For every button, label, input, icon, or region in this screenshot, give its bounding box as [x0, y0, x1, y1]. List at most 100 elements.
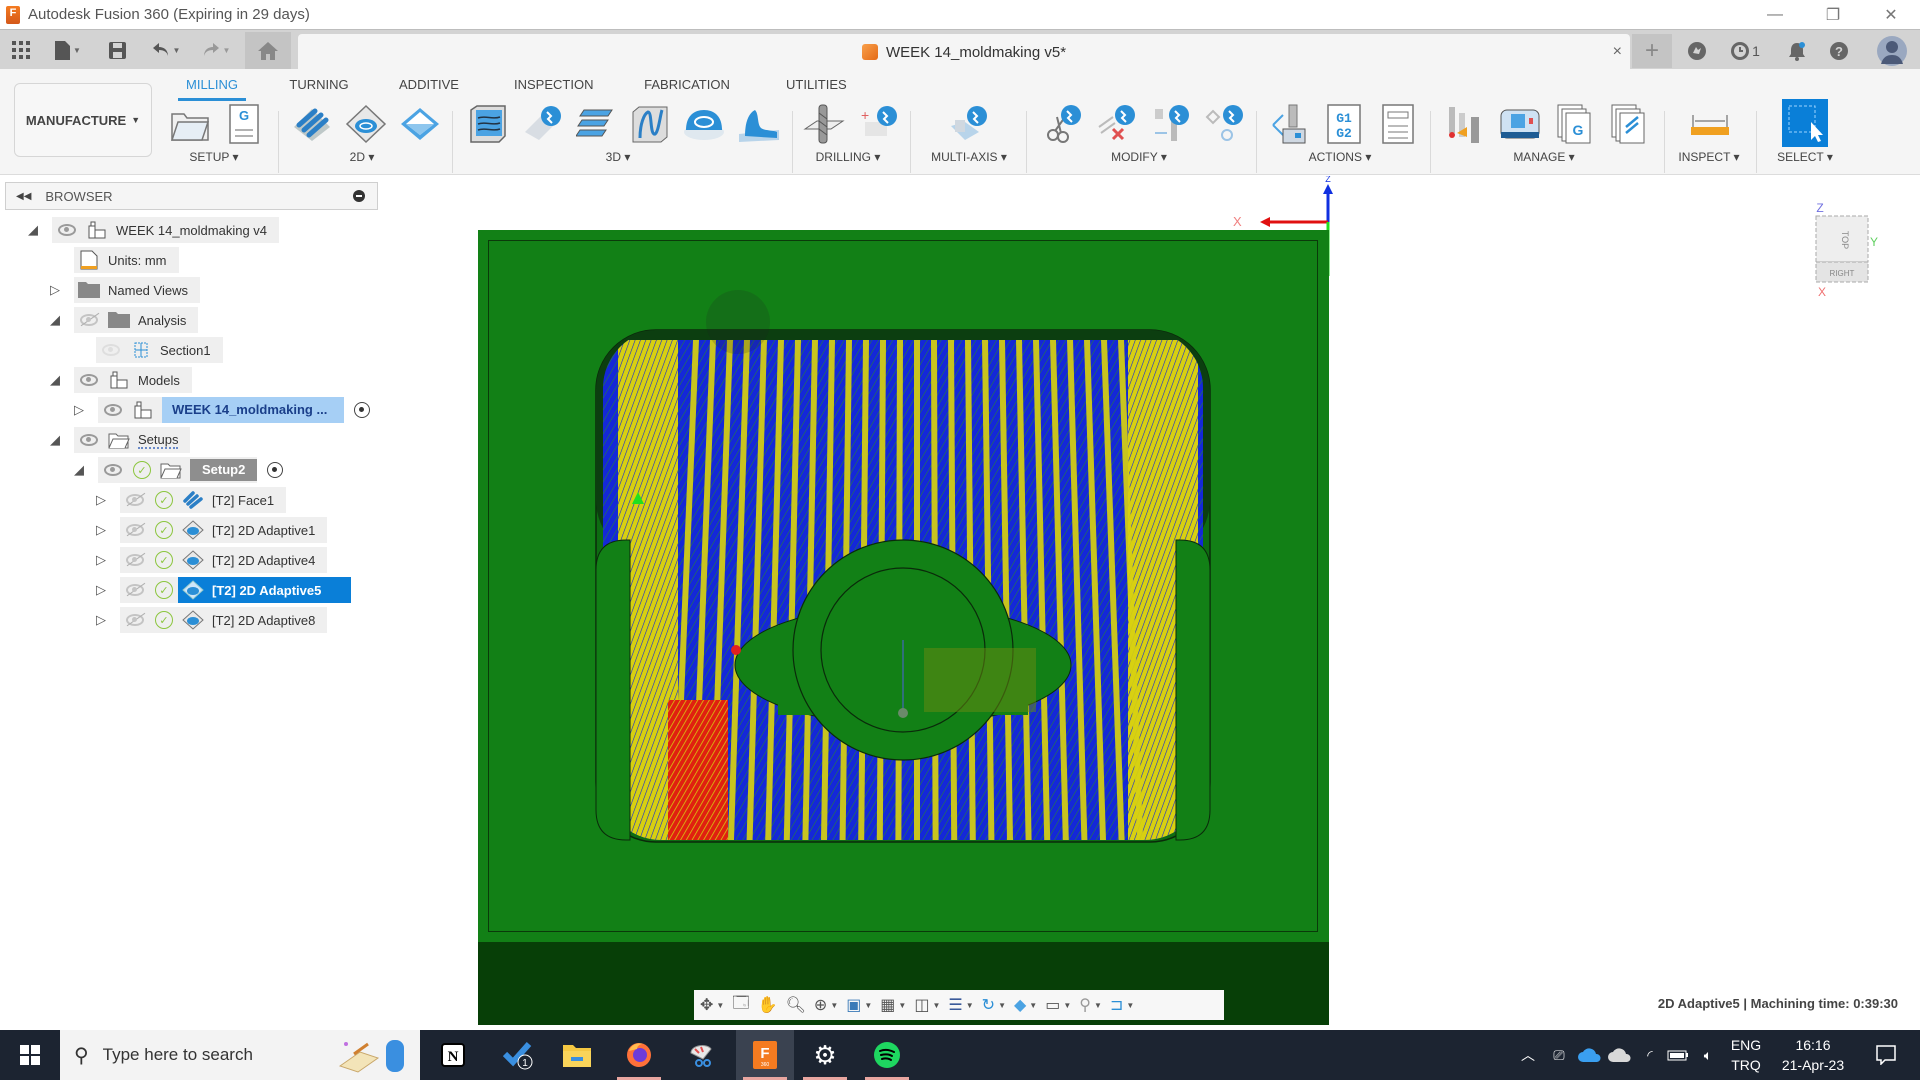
tray-volume[interactable]: 🔈︎: [1694, 1030, 1722, 1080]
workspace-switcher[interactable]: MANUFACTURE ▼: [14, 83, 152, 157]
look-at-button[interactable]: 🗔: [732, 992, 749, 1019]
orbit-button[interactable]: ✥ ▼: [700, 995, 724, 1015]
expand-triangle-icon[interactable]: ▷: [94, 552, 108, 568]
help-button[interactable]: ?: [1824, 34, 1854, 68]
taskbar-spotify[interactable]: [858, 1030, 916, 1080]
tree-item-setup2[interactable]: ◢ ✓ Setup2: [72, 457, 284, 483]
restore-button[interactable]: ❐: [1804, 0, 1862, 29]
tree-item-2d-adaptive4[interactable]: ▷ ✓ [T2] 2D Adaptive4: [94, 547, 328, 573]
job-status-button[interactable]: 1: [1724, 34, 1766, 68]
new-tab-button[interactable]: +: [1632, 34, 1672, 68]
taskbar-firefox[interactable]: [610, 1030, 668, 1080]
tab-utilities[interactable]: UTILITIES: [786, 73, 847, 97]
tree-item-2d-adaptive8[interactable]: ▷ ✓ [T2] 2D Adaptive8: [94, 607, 328, 633]
post-library-button[interactable]: G: [1552, 102, 1596, 146]
visibility-eye-icon[interactable]: [58, 224, 76, 236]
collapse-triangle-icon[interactable]: ◢: [72, 462, 86, 478]
visibility-hidden-icon[interactable]: [126, 614, 144, 626]
visibility-eye-icon[interactable]: [104, 404, 122, 416]
tree-item-face1[interactable]: ▷ ✓ [T2] Face1: [94, 487, 287, 513]
tray-meet[interactable]: ⎚: [1548, 1030, 1570, 1080]
undo-button[interactable]: ▼: [146, 38, 186, 62]
tree-item-section1[interactable]: Section1: [96, 337, 223, 363]
tool-display-button[interactable]: ⚲ ▼: [1079, 995, 1102, 1015]
pan-button[interactable]: ✋: [758, 995, 778, 1015]
3d-steep-shallow-button[interactable]: [736, 102, 780, 146]
expand-triangle-icon[interactable]: ▷: [94, 492, 108, 508]
tab-fabrication[interactable]: FABRICATION: [644, 73, 730, 97]
model-display-button[interactable]: ▭ ▼: [1045, 995, 1071, 1015]
action-center-button[interactable]: [1864, 1030, 1908, 1080]
redo-button[interactable]: ▼: [196, 38, 236, 62]
template-library-button[interactable]: [1606, 102, 1650, 146]
group-multi-axis[interactable]: MULTI-AXIS ▾: [926, 150, 1012, 164]
viewcube[interactable]: TOP RIGHT Z Y X: [1810, 201, 1878, 299]
data-panel-button[interactable]: [10, 38, 32, 62]
collapse-triangle-icon[interactable]: ◢: [48, 432, 62, 448]
multi-axis-button[interactable]: [946, 102, 990, 146]
display-settings-button[interactable]: ▣ ▼: [846, 995, 872, 1015]
fit-button[interactable]: ⊕ ▼: [814, 995, 838, 1015]
tab-inspection[interactable]: INSPECTION: [514, 73, 593, 97]
nc-program-button[interactable]: G: [222, 102, 266, 146]
stock-display-button[interactable]: ☰ ▼: [948, 995, 973, 1015]
point-modify-button[interactable]: [1202, 102, 1246, 146]
3d-adaptive-button[interactable]: [466, 102, 510, 146]
tray-language[interactable]: ENG TRQ: [1728, 1030, 1764, 1080]
tray-wifi[interactable]: ◜: [1638, 1030, 1662, 1080]
delete-toolpath-button[interactable]: [1094, 102, 1138, 146]
group-setup[interactable]: SETUP ▾: [188, 150, 240, 164]
group-manage[interactable]: MANAGE ▾: [1508, 150, 1580, 164]
tree-item-setups[interactable]: ◢ Setups: [48, 427, 191, 453]
expand-triangle-icon[interactable]: ▷: [94, 582, 108, 598]
taskbar-notion[interactable]: N: [424, 1030, 482, 1080]
close-window-button[interactable]: ✕: [1862, 0, 1920, 29]
user-profile-button[interactable]: [1874, 34, 1910, 68]
tree-item-units[interactable]: Units: mm: [74, 247, 179, 273]
group-3d[interactable]: 3D ▾: [596, 150, 640, 164]
tray-onedrive-personal[interactable]: [1576, 1030, 1604, 1080]
tab-turning[interactable]: TURNING: [288, 73, 350, 97]
taskbar-settings[interactable]: ⚙: [796, 1030, 854, 1080]
tree-item-2d-adaptive1[interactable]: ▷ ✓ [T2] 2D Adaptive1: [94, 517, 328, 543]
taskbar-snip-sketch[interactable]: [672, 1030, 730, 1080]
machine-library-button[interactable]: [1498, 102, 1542, 146]
visibility-hidden-icon[interactable]: [126, 494, 144, 506]
minimize-panel-button[interactable]: [353, 190, 365, 202]
tool-orientation-button[interactable]: [1148, 102, 1192, 146]
activate-radio[interactable]: [354, 402, 370, 418]
activate-radio[interactable]: [267, 462, 284, 478]
3d-contour-button[interactable]: [574, 102, 618, 146]
taskbar-fusion-360[interactable]: F 360: [736, 1030, 794, 1080]
visibility-hidden-icon[interactable]: [126, 524, 144, 536]
home-button[interactable]: [245, 32, 291, 70]
toolpath-display-button[interactable]: ◆ ▼: [1014, 995, 1037, 1015]
refresh-button[interactable]: ↻ ▼: [982, 995, 1006, 1015]
visibility-eye-icon[interactable]: [104, 464, 122, 476]
tree-item-analysis[interactable]: ◢ Analysis: [48, 307, 199, 333]
taskbar-search-box[interactable]: ⚲ Type here to search: [60, 1030, 420, 1080]
taskbar-file-explorer[interactable]: [548, 1030, 606, 1080]
tree-item-models[interactable]: ◢ Models: [48, 367, 192, 393]
group-modify[interactable]: MODIFY ▾: [1106, 150, 1172, 164]
tray-onedrive-business[interactable]: [1606, 1030, 1634, 1080]
simulate-button[interactable]: [1270, 102, 1314, 146]
save-button[interactable]: [106, 38, 128, 62]
new-setup-button[interactable]: [168, 102, 212, 146]
visibility-eye-icon[interactable]: [102, 344, 120, 356]
simulation-display-button[interactable]: ⊐ ▼: [1110, 995, 1134, 1015]
face-button[interactable]: [290, 102, 334, 146]
visibility-hidden-icon[interactable]: [80, 314, 98, 326]
file-menu-button[interactable]: ▼: [50, 38, 86, 62]
3d-scallop-button[interactable]: [682, 102, 726, 146]
3d-viewport[interactable]: [478, 230, 1329, 1025]
visibility-eye-icon[interactable]: [80, 374, 98, 386]
tray-battery[interactable]: [1664, 1030, 1692, 1080]
expand-triangle-icon[interactable]: ▷: [48, 282, 62, 298]
tab-milling[interactable]: MILLING: [178, 73, 246, 101]
collapse-panel-button[interactable]: ◀◀: [16, 191, 31, 202]
zoom-button[interactable]: 🔍︎: [786, 995, 806, 1015]
viewports-button[interactable]: ◫ ▼: [914, 995, 940, 1015]
group-2d[interactable]: 2D ▾: [340, 150, 384, 164]
collapse-triangle-icon[interactable]: ◢: [48, 312, 62, 328]
